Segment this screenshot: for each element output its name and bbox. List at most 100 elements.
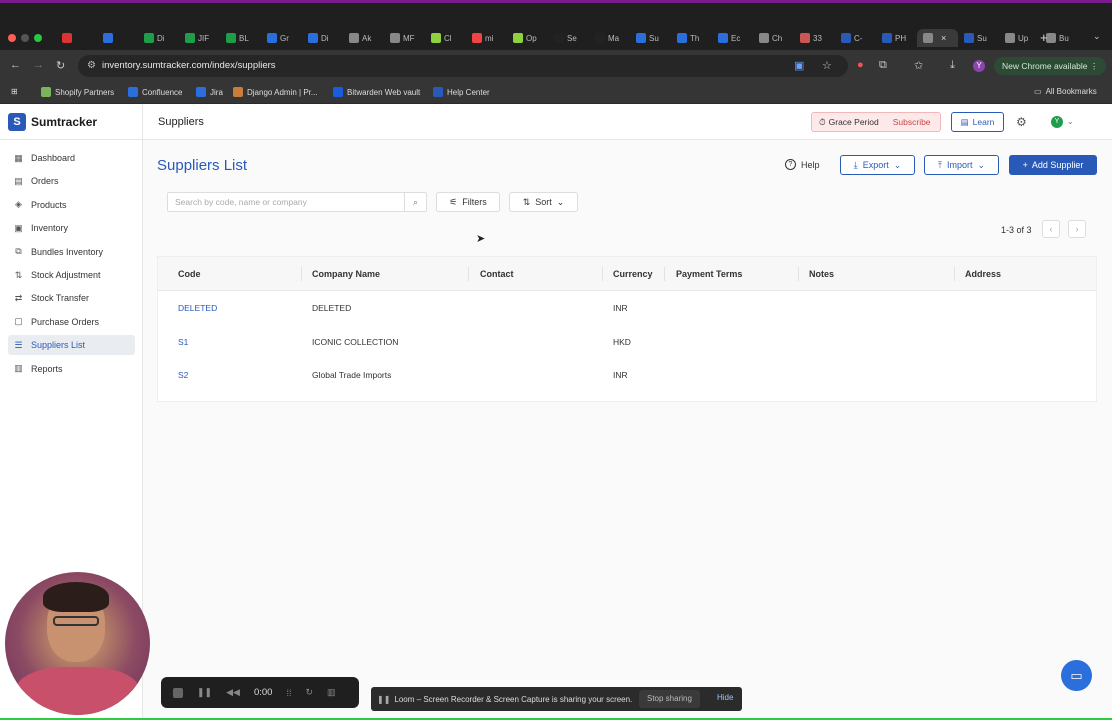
table-row[interactable]: S2 Global Trade Imports INR	[158, 358, 1096, 392]
browser-tab[interactable]: Ma	[589, 29, 630, 47]
close-tab-icon[interactable]: ×	[941, 33, 946, 43]
grace-period-banner[interactable]: ⏱ Grace Period Subscribe	[811, 112, 941, 132]
chevron-down-icon[interactable]: ⌄	[1067, 117, 1074, 126]
import-button[interactable]: ⤒ Import ⌄	[924, 155, 999, 175]
rewind-icon[interactable]: ◀◀	[226, 687, 240, 698]
tab-search-button[interactable]: ⌄	[1093, 31, 1101, 42]
sidebar-item-orders[interactable]: ▤ Orders	[8, 171, 135, 191]
new-tab-button[interactable]: +	[1040, 30, 1048, 45]
browser-tab[interactable]: mi	[466, 29, 507, 47]
browser-tab[interactable]: BL	[220, 29, 261, 47]
column-header[interactable]: Notes	[809, 269, 834, 279]
forward-arrow-icon[interactable]: →	[33, 59, 44, 71]
sidebar-item-reports[interactable]: ▥ Reports	[8, 359, 135, 379]
column-separator[interactable]	[602, 267, 603, 281]
sidebar-item-stock-adjustment[interactable]: ⇅ Stock Adjustment	[8, 265, 135, 285]
browser-tab[interactable]: 33	[794, 29, 835, 47]
browser-tab[interactable]: Su	[630, 29, 671, 47]
browser-tab[interactable]: JIF	[179, 29, 220, 47]
browser-tab[interactable]: ×	[917, 29, 958, 47]
search-input[interactable]	[175, 197, 400, 207]
bookmark-star-icon[interactable]: ☆	[822, 59, 832, 72]
sidebar-item-products[interactable]: ◈ Products	[8, 195, 135, 215]
hide-share-bar-button[interactable]: Hide	[717, 693, 733, 702]
url-text[interactable]: inventory.sumtracker.com/index/suppliers	[102, 60, 276, 71]
browser-tab[interactable]	[97, 29, 138, 47]
extension-icon[interactable]: ▣	[794, 59, 804, 72]
column-separator[interactable]	[301, 267, 302, 281]
maximize-window-button[interactable]	[34, 34, 42, 42]
column-separator[interactable]	[664, 267, 665, 281]
webcam-bubble[interactable]	[5, 572, 150, 715]
user-avatar[interactable]: Y	[1051, 116, 1063, 128]
extensions-puzzle-icon[interactable]: ⧉	[879, 59, 887, 72]
pause-icon[interactable]: ❚❚	[197, 687, 212, 698]
filters-button[interactable]: ⚟ Filters	[436, 192, 500, 212]
table-row[interactable]: S1 ICONIC COLLECTION HKD	[158, 325, 1096, 359]
browser-tab[interactable]: PH	[876, 29, 917, 47]
browser-tab[interactable]: Op	[507, 29, 548, 47]
browser-tab[interactable]: Se	[548, 29, 589, 47]
browser-tab[interactable]: Di	[138, 29, 179, 47]
reload-icon[interactable]: ↻	[56, 59, 65, 72]
support-chat-icon[interactable]: ▭	[1061, 660, 1092, 691]
back-arrow-icon[interactable]: ←	[10, 59, 21, 71]
next-page-button[interactable]: ›	[1068, 220, 1086, 238]
help-button[interactable]: ? Help	[785, 159, 820, 170]
close-window-button[interactable]	[8, 34, 16, 42]
bookmark-item[interactable]: Bitwarden Web vault	[333, 87, 420, 97]
download-icon[interactable]: ⤓	[950, 59, 955, 72]
new-chrome-available-button[interactable]: New Chrome available ⋮	[994, 57, 1107, 75]
cell-code[interactable]: S2	[178, 370, 188, 380]
browser-tab[interactable]: Su	[958, 29, 999, 47]
loom-extension-icon[interactable]: ●	[857, 59, 864, 71]
bookmark-item[interactable]: Shopify Partners	[41, 87, 114, 97]
app-logo-text[interactable]: Sumtracker	[31, 115, 97, 129]
prev-page-button[interactable]: ‹	[1042, 220, 1060, 238]
table-row[interactable]: DELETED DELETED INR	[158, 291, 1096, 325]
browser-tab[interactable]: Ak	[343, 29, 384, 47]
browser-tab[interactable]: Up	[999, 29, 1040, 47]
column-separator[interactable]	[468, 267, 469, 281]
minimize-window-button[interactable]	[21, 34, 29, 42]
bookmark-item[interactable]: Jira	[196, 87, 223, 97]
browser-tab[interactable]: Th	[671, 29, 712, 47]
browser-tab[interactable]: Ch	[753, 29, 794, 47]
browser-tab[interactable]: MF	[384, 29, 425, 47]
column-header[interactable]: Payment Terms	[676, 269, 742, 279]
browser-tab[interactable]	[56, 29, 97, 47]
drag-handle-icon[interactable]: ❚❚	[377, 695, 390, 704]
bookmark-item[interactable]: Help Center	[433, 87, 490, 97]
column-separator[interactable]	[798, 267, 799, 281]
all-bookmarks-button[interactable]: ▭ All Bookmarks	[1034, 87, 1097, 96]
cell-code[interactable]: S1	[178, 337, 188, 347]
bookmark-item[interactable]: Confluence	[128, 87, 182, 97]
sidebar-item-suppliers-list[interactable]: ☰ Suppliers List	[8, 335, 135, 356]
apps-grid-icon[interactable]: ⊞	[11, 87, 18, 96]
column-header[interactable]: Currency	[613, 269, 653, 279]
column-header[interactable]: Company Name	[312, 269, 380, 279]
bookmark-item[interactable]: Django Admin | Pr...	[233, 87, 318, 97]
sidebar-item-dashboard[interactable]: ▦ Dashboard	[8, 148, 135, 168]
sidebar-item-inventory[interactable]: ▣ Inventory	[8, 218, 135, 238]
grid-icon[interactable]: ⁞⁞	[286, 688, 291, 698]
settings-gear-icon[interactable]: ⚙	[1016, 115, 1027, 129]
sidebar-item-bundles-inventory[interactable]: ⧉ Bundles Inventory	[8, 242, 135, 262]
column-header[interactable]: Contact	[480, 269, 514, 279]
reading-list-icon[interactable]: ✩	[914, 59, 923, 72]
export-button[interactable]: ⤓ Export ⌄	[840, 155, 915, 175]
sidebar-item-stock-transfer[interactable]: ⇄ Stock Transfer	[8, 288, 135, 308]
column-header[interactable]: Code	[178, 269, 201, 279]
add-supplier-button[interactable]: + Add Supplier	[1009, 155, 1097, 175]
restart-icon[interactable]: ↻	[305, 687, 313, 698]
subscribe-link[interactable]: Subscribe	[893, 117, 931, 127]
trash-icon[interactable]: ▥	[327, 687, 336, 698]
address-bar[interactable]: ⚙ inventory.sumtracker.com/index/supplie…	[78, 55, 848, 77]
column-header[interactable]: Address	[965, 269, 1001, 279]
browser-tab[interactable]: Gr	[261, 29, 302, 47]
sumtracker-logo-icon[interactable]: S	[8, 113, 26, 131]
column-separator[interactable]	[954, 267, 955, 281]
site-info-icon[interactable]: ⚙	[87, 60, 96, 71]
browser-tab[interactable]: Ec	[712, 29, 753, 47]
search-icon[interactable]: ⌕	[404, 193, 426, 211]
